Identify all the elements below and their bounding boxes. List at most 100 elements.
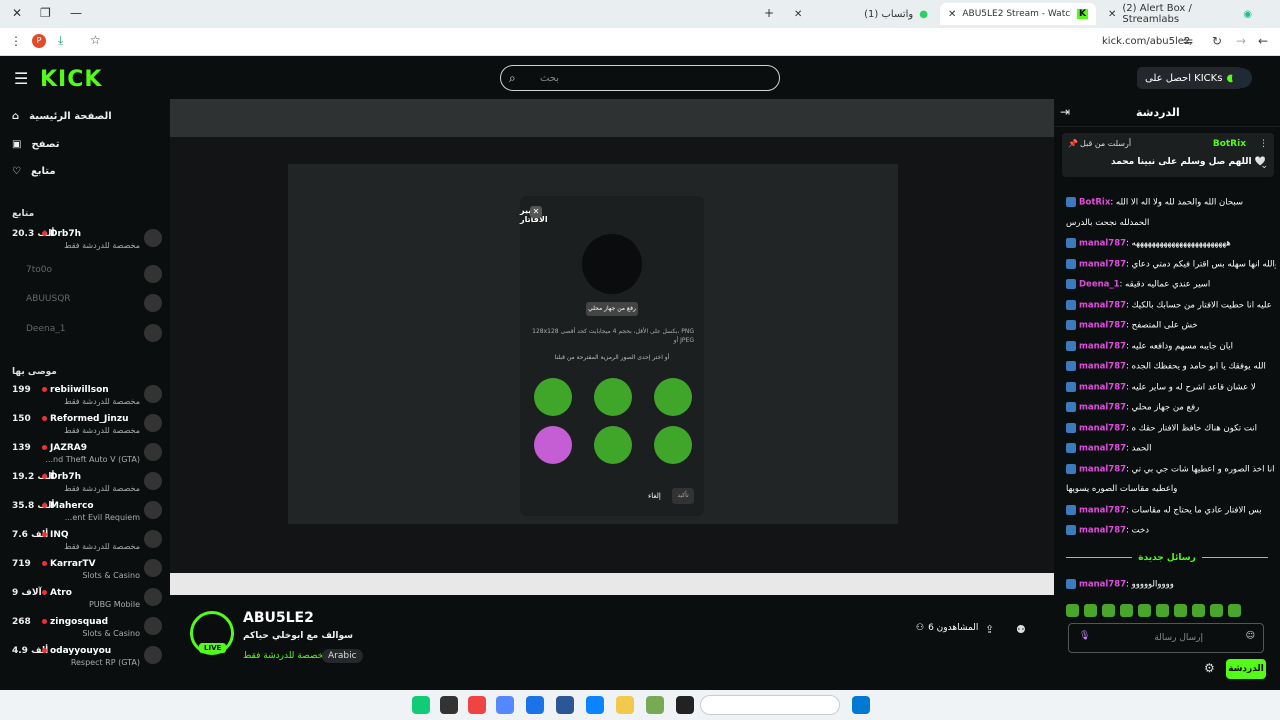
emote-icon[interactable] bbox=[1138, 604, 1151, 617]
sidebar-channel[interactable]: 35.8 ألفMaherco...ent Evil Requiem bbox=[12, 499, 162, 525]
home-icon: ⌂ bbox=[12, 111, 20, 122]
avatar bbox=[144, 414, 162, 432]
avatar bbox=[144, 617, 162, 635]
sidebar-channel[interactable]: 19.2 ألفDrb7hمخصصة للدردشة فقط bbox=[12, 470, 162, 496]
badge-icon bbox=[1066, 422, 1076, 433]
emoji-icon[interactable]: ☺ bbox=[1246, 631, 1255, 641]
streamer-name[interactable]: ABU5LE2 bbox=[243, 610, 314, 626]
collapse-chat-icon[interactable]: ⇥ bbox=[1060, 105, 1070, 119]
avatar-option[interactable] bbox=[534, 426, 572, 464]
tab-whatsapp[interactable]: ✕ (1) واتساب ● bbox=[786, 3, 936, 25]
share-icon[interactable]: ⇪ bbox=[985, 623, 994, 636]
upload-button[interactable]: رفع من جهاز محلي bbox=[586, 302, 638, 316]
folder-icon[interactable] bbox=[616, 696, 634, 714]
edge-icon[interactable] bbox=[586, 696, 604, 714]
tab-streamlabs[interactable]: ✕ (2) Alert Box / Streamlabs ◉ bbox=[1100, 3, 1260, 25]
sidebar-channel-drb7h[interactable]: 20.3 ألف Drb7h مخصصة للدردشة فقط bbox=[12, 227, 162, 253]
pin-icon[interactable]: 📌 bbox=[1068, 139, 1078, 148]
close-window-icon[interactable]: ✕ bbox=[12, 6, 22, 20]
badge-icon bbox=[1066, 402, 1076, 412]
stream-category[interactable]: مخصصة للدردشة فقط bbox=[243, 651, 328, 661]
tab-abu5le2-stream[interactable]: ✕ ABU5LE2 Stream - Watch Live o K bbox=[940, 3, 1096, 25]
close-icon[interactable]: ✕ bbox=[530, 206, 542, 218]
hamburger-menu-icon[interactable]: ☰ bbox=[14, 69, 28, 88]
nav-following[interactable]: ♡ متابع bbox=[12, 166, 56, 177]
chat-input[interactable]: 🎙 إرسال رسالة ☺ bbox=[1068, 623, 1264, 653]
badge-icon bbox=[1066, 525, 1076, 535]
url-text[interactable]: kick.com/abu5le2 bbox=[1102, 36, 1190, 47]
sidebar-channel[interactable]: 7.6 ألف INQ مخصصة للدردشة فقط bbox=[12, 528, 162, 554]
chat-message: manal787: ههههههههههههههههههههههههه bbox=[1066, 238, 1276, 249]
confirm-button[interactable]: تأكيد bbox=[672, 488, 694, 504]
chevron-down-icon[interactable]: ⌄ bbox=[1260, 161, 1268, 171]
sidebar-channel[interactable]: 199 rebiiwillson مخصصة للدردشة فقط bbox=[12, 383, 162, 409]
emote-icon[interactable] bbox=[1102, 604, 1115, 617]
follow-icon[interactable]: ⚉ bbox=[1016, 623, 1026, 636]
bookmark-star-icon[interactable]: ☆ bbox=[90, 33, 101, 47]
sidebar-channel[interactable]: 150 Reformed_Jinzu مخصصة للدردشة فقط bbox=[12, 412, 162, 438]
restore-window-icon[interactable]: ❐ bbox=[40, 6, 51, 20]
search-input[interactable]: ⌕ بحث bbox=[500, 65, 780, 91]
emote-icon[interactable] bbox=[1228, 604, 1241, 617]
nav-browse[interactable]: ▣ تصفح bbox=[12, 139, 59, 150]
taskbar-search[interactable] bbox=[700, 695, 840, 715]
live-dot-icon bbox=[42, 590, 47, 595]
user-avatar[interactable] bbox=[1232, 68, 1252, 88]
app-icon[interactable] bbox=[412, 696, 430, 714]
video-player[interactable]: تغيير الأفاتار ✕ رفع من جهاز محلي 128x12… bbox=[170, 99, 1054, 595]
emote-icon[interactable] bbox=[1066, 604, 1079, 617]
download-icon[interactable]: ⤓ bbox=[58, 33, 63, 48]
avatar-option[interactable] bbox=[594, 378, 632, 416]
sidebar-channel[interactable]: 719 KarrarTV Slots & Casino bbox=[12, 557, 162, 583]
sidebar-channel[interactable]: 9 آلاف Atro PUBG Mobile bbox=[12, 586, 162, 612]
sidebar-channel[interactable]: 268 zingosquad Slots & Casino bbox=[12, 615, 162, 641]
emote-icon[interactable] bbox=[1156, 604, 1169, 617]
start-icon[interactable] bbox=[852, 696, 870, 714]
app-icon[interactable] bbox=[676, 696, 694, 714]
app-icon[interactable] bbox=[556, 696, 574, 714]
app-icon[interactable] bbox=[526, 696, 544, 714]
profile-icon[interactable]: P bbox=[32, 34, 46, 48]
send-chat-button[interactable]: الدردشة bbox=[1226, 659, 1266, 679]
get-kicks-button[interactable]: احصل على KICKs ● bbox=[1137, 67, 1244, 89]
new-messages-divider[interactable]: رسائل جديدة bbox=[1066, 553, 1268, 563]
menu-dots-icon[interactable]: ⋮ bbox=[10, 34, 22, 48]
site-settings-icon[interactable]: ⇋ bbox=[1183, 34, 1193, 48]
avatar-option[interactable] bbox=[654, 378, 692, 416]
gear-icon[interactable]: ⚙ bbox=[1204, 661, 1215, 675]
emote-icon[interactable] bbox=[1084, 604, 1097, 617]
forward-icon[interactable]: → bbox=[1236, 34, 1246, 48]
sidebar-channel[interactable]: 4.9 ألف odayyouyou Respect RP (GTA) bbox=[12, 644, 162, 670]
reload-icon[interactable]: ↻ bbox=[1212, 34, 1222, 48]
sidebar-channel[interactable]: 139 JAZRA9 ...nd Theft Auto V (GTA) bbox=[12, 441, 162, 467]
badge-icon bbox=[1066, 279, 1076, 289]
badge-icon bbox=[1066, 463, 1076, 474]
minimize-window-icon[interactable]: — bbox=[70, 6, 82, 20]
nav-home[interactable]: ⌂ الصفحة الرئيسية bbox=[12, 111, 112, 122]
more-options-icon[interactable]: ⋮ bbox=[1259, 139, 1268, 149]
kick-logo[interactable]: KICK bbox=[40, 67, 102, 92]
cancel-button[interactable]: إلغاء bbox=[648, 492, 661, 500]
app-icon[interactable] bbox=[646, 696, 664, 714]
chrome-icon[interactable] bbox=[468, 696, 486, 714]
avatar bbox=[144, 229, 162, 247]
discord-icon[interactable] bbox=[496, 696, 514, 714]
sidebar-channel-deena[interactable]: Deena_1 bbox=[12, 322, 162, 348]
emote-icon[interactable] bbox=[1174, 604, 1187, 617]
avatar-option[interactable] bbox=[594, 426, 632, 464]
emote-icon[interactable] bbox=[1120, 604, 1133, 617]
close-tab-icon[interactable]: ✕ bbox=[948, 9, 956, 20]
app-icon[interactable] bbox=[440, 696, 458, 714]
emote-icon[interactable] bbox=[1210, 604, 1223, 617]
new-tab-icon[interactable]: + bbox=[764, 6, 774, 20]
avatar-option[interactable] bbox=[654, 426, 692, 464]
emote-icon[interactable] bbox=[1192, 604, 1205, 617]
stream-tag[interactable]: Arabic bbox=[322, 649, 363, 663]
sidebar-channel-7to0o[interactable]: 7to0o bbox=[12, 263, 162, 289]
close-tab-icon[interactable]: ✕ bbox=[1108, 9, 1116, 20]
mic-icon[interactable]: 🎙 bbox=[1079, 631, 1090, 641]
back-icon[interactable]: ← bbox=[1258, 34, 1268, 48]
sidebar-channel-abuusqr[interactable]: ABUUSQR bbox=[12, 292, 162, 318]
avatar-option[interactable] bbox=[534, 378, 572, 416]
close-tab-icon[interactable]: ✕ bbox=[794, 9, 802, 20]
